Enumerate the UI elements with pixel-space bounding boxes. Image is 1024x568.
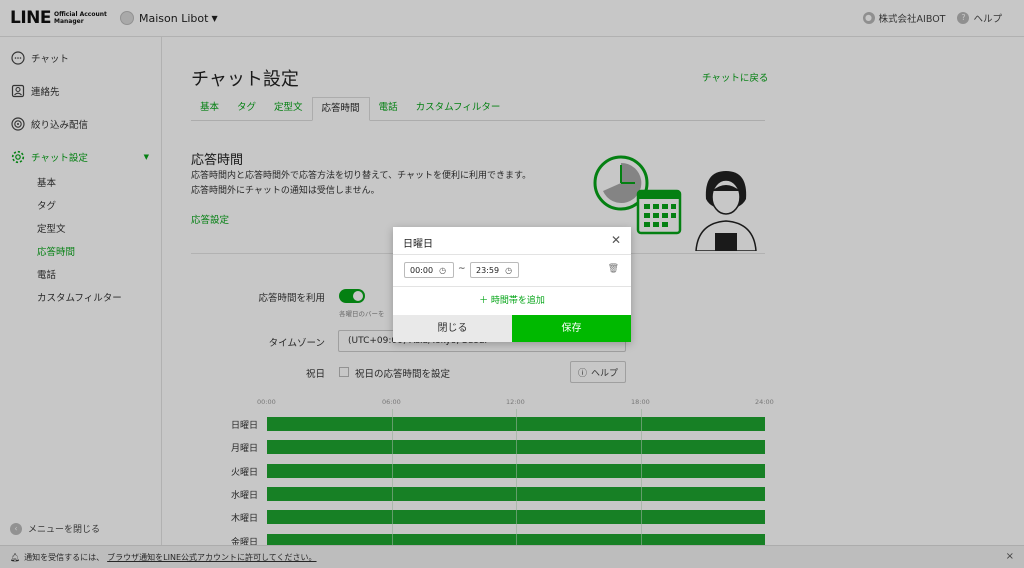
close-button[interactable]: 閉じる — [393, 315, 512, 342]
clock-icon: ◷ — [439, 265, 447, 275]
dialog-title: 日曜日 — [403, 239, 433, 250]
add-time-slot-button[interactable]: ＋ 時間帯を追加 — [393, 293, 631, 306]
start-time-input[interactable]: 00:00 ◷ — [404, 262, 454, 278]
clock-icon: ◷ — [505, 265, 513, 275]
time-slot-dialog: 日曜日 ✕ 00:00 ◷ ~ 23:59 ◷ 🗑︎ ＋ 時間帯を追加 閉じる … — [393, 227, 631, 342]
close-icon[interactable]: ✕ — [611, 233, 621, 247]
time-range-separator: ~ — [458, 264, 466, 274]
trash-icon[interactable]: 🗑︎ — [608, 264, 619, 274]
save-button[interactable]: 保存 — [512, 315, 631, 342]
end-time-input[interactable]: 23:59 ◷ — [470, 262, 519, 278]
